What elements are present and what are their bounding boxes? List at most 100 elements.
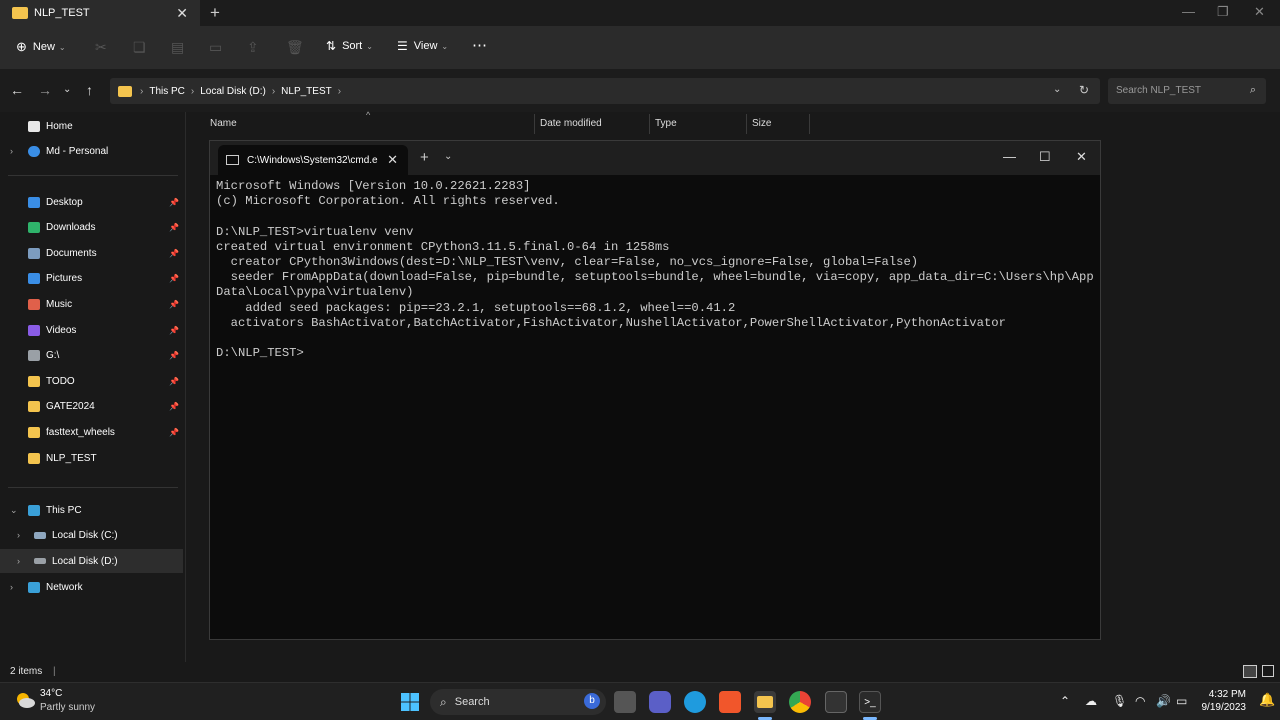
terminal-tab[interactable]: C:\Windows\System32\cmd.e ✕ bbox=[218, 145, 408, 175]
chevron-right-icon[interactable]: › bbox=[10, 146, 13, 156]
more-options-button[interactable]: ⋯ bbox=[472, 36, 487, 54]
maximize-icon[interactable]: ❐ bbox=[1217, 4, 1229, 20]
details-view-icon[interactable] bbox=[1243, 665, 1257, 678]
column-type[interactable]: Type bbox=[655, 118, 677, 129]
column-divider[interactable] bbox=[649, 114, 650, 134]
minimize-icon[interactable]: — bbox=[1182, 4, 1195, 19]
battery-icon[interactable]: ▭ bbox=[1176, 694, 1187, 708]
chevron-down-icon[interactable]: ⌄ bbox=[10, 505, 18, 516]
sidebar-item-quick-access[interactable]: G:\ 📌 bbox=[0, 344, 183, 368]
forward-icon[interactable]: → bbox=[38, 82, 52, 98]
column-name[interactable]: Name bbox=[210, 118, 237, 129]
terminal-icon[interactable]: >_ bbox=[859, 691, 881, 713]
close-tab-icon[interactable]: ✕ bbox=[176, 5, 188, 22]
pin-icon[interactable]: 📌 bbox=[169, 326, 179, 335]
column-divider[interactable] bbox=[746, 114, 747, 134]
pin-icon[interactable]: 📌 bbox=[169, 300, 179, 309]
obs-icon[interactable] bbox=[825, 691, 847, 713]
address-dropdown-icon[interactable]: ⌄ bbox=[1053, 84, 1061, 95]
file-explorer-icon[interactable] bbox=[754, 691, 776, 713]
teams-chat-icon[interactable] bbox=[649, 691, 671, 713]
console-output[interactable]: Microsoft Windows [Version 10.0.22621.22… bbox=[216, 179, 1096, 361]
column-size[interactable]: Size bbox=[752, 118, 771, 129]
column-divider[interactable] bbox=[809, 114, 810, 134]
minimize-icon[interactable]: — bbox=[1003, 149, 1016, 164]
taskbar-search[interactable]: ⌕ Search b bbox=[430, 689, 606, 715]
chevron-down-icon[interactable]: ⌄ bbox=[444, 151, 452, 162]
sidebar-item-quick-access[interactable]: Documents 📌 bbox=[0, 241, 183, 265]
edge-icon[interactable] bbox=[684, 691, 706, 713]
sidebar-item-quick-access[interactable]: Pictures 📌 bbox=[0, 267, 183, 291]
pin-icon[interactable]: 📌 bbox=[169, 377, 179, 386]
back-icon[interactable]: ← bbox=[10, 82, 24, 98]
sidebar-item-quick-access[interactable]: TODO 📌 bbox=[0, 369, 183, 393]
breadcrumb-nlp-test[interactable]: NLP_TEST bbox=[281, 86, 332, 97]
cut-icon[interactable]: ✂ bbox=[95, 39, 107, 56]
terminal-titlebar[interactable]: C:\Windows\System32\cmd.e ✕ + ⌄ — ☐ ✕ bbox=[210, 141, 1100, 175]
breadcrumb-local-disk-d[interactable]: Local Disk (D:) bbox=[200, 86, 266, 97]
view-button[interactable]: ☰ View ⌄ bbox=[397, 39, 448, 53]
sidebar-item-quick-access[interactable]: Desktop 📌 bbox=[0, 190, 183, 214]
pin-icon[interactable]: 📌 bbox=[169, 402, 179, 411]
task-view-icon[interactable] bbox=[614, 691, 636, 713]
maximize-icon[interactable]: ☐ bbox=[1039, 149, 1051, 165]
sidebar-item-onedrive[interactable]: › Md - Personal bbox=[0, 139, 183, 163]
onedrive-cloud-icon[interactable]: ☁ bbox=[1085, 694, 1097, 708]
pin-icon[interactable]: 📌 bbox=[169, 428, 179, 437]
sidebar-item-quick-access[interactable]: Downloads 📌 bbox=[0, 216, 183, 240]
search-input[interactable]: Search NLP_TEST ⌕ bbox=[1108, 78, 1266, 104]
notification-icon[interactable]: 🔔 bbox=[1259, 692, 1275, 708]
system-clock[interactable]: 4:32 PM 9/19/2023 bbox=[1196, 688, 1247, 714]
new-tab-button[interactable]: + bbox=[210, 3, 220, 23]
explorer-tab[interactable]: NLP_TEST ✕ bbox=[0, 0, 200, 26]
delete-icon[interactable]: 🗑 bbox=[286, 39, 304, 56]
pin-icon[interactable]: 📌 bbox=[169, 274, 179, 283]
pin-icon[interactable]: 📌 bbox=[169, 249, 179, 258]
weather-temperature[interactable]: 34°C bbox=[40, 688, 62, 699]
breadcrumb-this-pc[interactable]: This PC bbox=[149, 86, 185, 97]
tiles-view-icon[interactable] bbox=[1262, 665, 1274, 677]
copy-icon[interactable]: ❏ bbox=[133, 39, 146, 56]
pane-splitter[interactable] bbox=[185, 112, 186, 662]
share-icon[interactable]: ⇪ bbox=[247, 39, 259, 56]
new-button[interactable]: ⊕ New ⌄ bbox=[16, 39, 66, 55]
close-window-icon[interactable]: ✕ bbox=[1076, 149, 1087, 165]
sort-button[interactable]: ⇅ Sort ⌄ bbox=[326, 39, 373, 53]
paste-icon[interactable]: ▤ bbox=[171, 39, 184, 56]
sidebar-item-quick-access[interactable]: NLP_TEST bbox=[0, 446, 183, 470]
weather-icon[interactable] bbox=[14, 691, 36, 709]
chevron-right-icon[interactable]: › bbox=[17, 556, 20, 566]
chevron-up-icon[interactable]: ⌃ bbox=[1060, 694, 1070, 708]
sidebar-item-local-disk-d[interactable]: › Local Disk (D:) bbox=[0, 549, 183, 573]
column-date-modified[interactable]: Date modified bbox=[540, 118, 602, 129]
column-divider[interactable] bbox=[534, 114, 535, 134]
sidebar-item-home[interactable]: Home bbox=[0, 114, 183, 138]
rename-icon[interactable]: ▭ bbox=[209, 39, 222, 56]
close-window-icon[interactable]: ✕ bbox=[1254, 4, 1265, 20]
sidebar-item-network[interactable]: › Network bbox=[0, 575, 183, 599]
sidebar-item-quick-access[interactable]: GATE2024 📌 bbox=[0, 395, 183, 419]
recent-locations-icon[interactable]: ⌄ bbox=[63, 84, 71, 95]
brave-icon[interactable] bbox=[719, 691, 741, 713]
wifi-icon[interactable]: ◠ bbox=[1135, 694, 1145, 708]
terminal-window[interactable]: C:\Windows\System32\cmd.e ✕ + ⌄ — ☐ ✕ Mi… bbox=[209, 140, 1101, 640]
up-icon[interactable]: ↑ bbox=[86, 82, 93, 98]
sidebar-item-this-pc[interactable]: ⌄ This PC bbox=[0, 498, 183, 522]
new-tab-button[interactable]: + bbox=[420, 149, 429, 166]
volume-icon[interactable]: 🔊 bbox=[1156, 694, 1171, 708]
sidebar-item-quick-access[interactable]: fasttext_wheels 📌 bbox=[0, 420, 183, 444]
start-icon[interactable] bbox=[399, 691, 421, 713]
chevron-right-icon[interactable]: › bbox=[10, 582, 13, 592]
pin-icon[interactable]: 📌 bbox=[169, 223, 179, 232]
sidebar-item-quick-access[interactable]: Music 📌 bbox=[0, 292, 183, 316]
close-tab-icon[interactable]: ✕ bbox=[387, 152, 398, 168]
refresh-icon[interactable]: ↻ bbox=[1079, 83, 1089, 97]
microphone-icon[interactable]: 🎙 bbox=[1112, 694, 1127, 708]
sidebar-item-local-disk-c[interactable]: › Local Disk (C:) bbox=[0, 523, 183, 547]
chrome-icon[interactable] bbox=[789, 691, 811, 713]
weather-description[interactable]: Partly sunny bbox=[40, 702, 95, 713]
pin-icon[interactable]: 📌 bbox=[169, 351, 179, 360]
chevron-right-icon[interactable]: › bbox=[17, 530, 20, 540]
pin-icon[interactable]: 📌 bbox=[169, 198, 179, 207]
sidebar-item-quick-access[interactable]: Videos 📌 bbox=[0, 318, 183, 342]
